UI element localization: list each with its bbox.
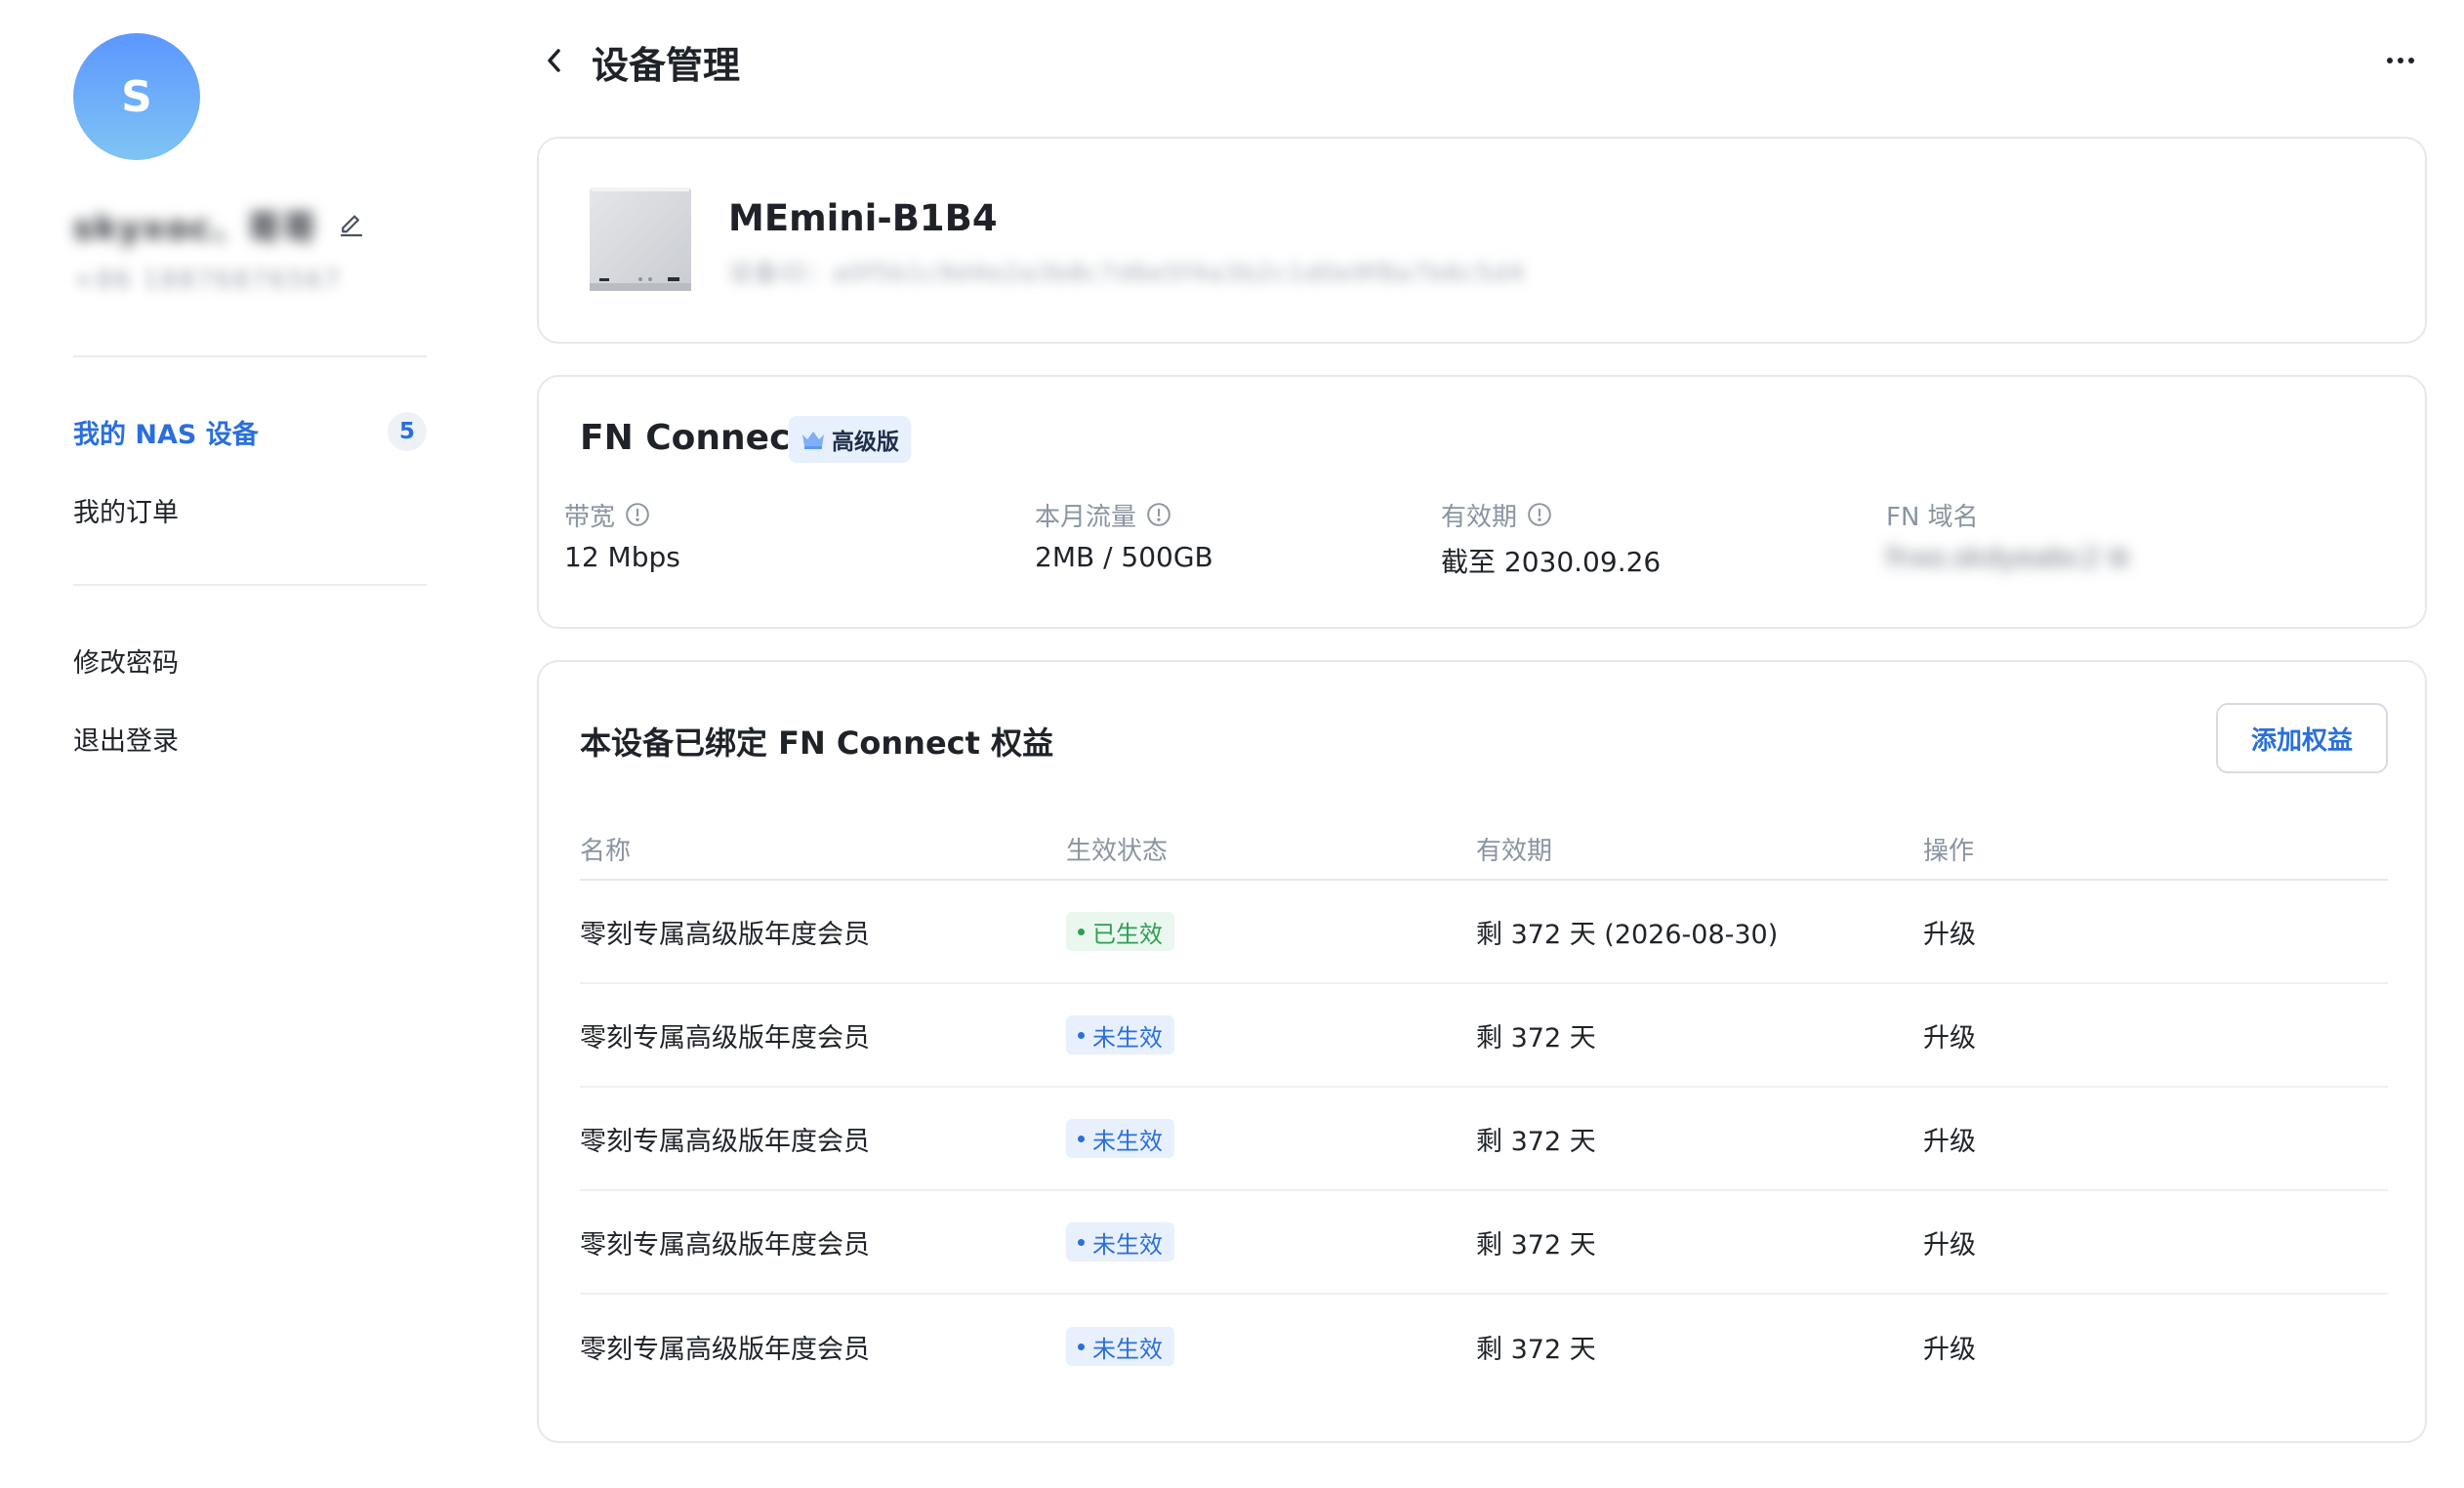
device-serial: 设备ID：a0f5b1c9d4e2a3b8c7d6e5f4a3b2c1d0e9f… [728, 259, 1526, 287]
device-count-badge: 5 [388, 412, 427, 451]
stat-fn-domain: FN 域名 fnxo.skdyeabc2 ⧉ [1886, 498, 2128, 574]
cell-validity: 剩 372 天 (2026-08-30) [1476, 919, 1779, 950]
cell-validity: 剩 372 天 [1476, 1334, 1596, 1365]
cell-name: 零刻专属高级版年度会员 [580, 1126, 870, 1157]
add-rights-button[interactable]: 添加权益 [2216, 703, 2388, 773]
stat-label: 带宽 [564, 502, 616, 532]
upgrade-link[interactable]: 升级 [1923, 1127, 1976, 1157]
user-name: skyxoc、哥哥 [73, 209, 318, 248]
cell-name: 零刻专属高级版年度会员 [580, 919, 870, 950]
device-name: MEmini-B1B4 [728, 197, 998, 239]
column-header-status: 生效状态 [1066, 836, 1169, 866]
column-header-name: 名称 [580, 836, 632, 866]
cell-name: 零刻专属高级版年度会员 [580, 1229, 870, 1261]
cell-validity: 剩 372 天 [1476, 1229, 1596, 1261]
upgrade-link[interactable]: 升级 [1923, 920, 1976, 950]
status-badge: 未生效 [1066, 1119, 1174, 1159]
change-password-link[interactable]: 修改密码 [73, 631, 427, 689]
upgrade-link[interactable]: 升级 [1923, 1023, 1976, 1054]
rights-title: 本设备已绑定 FN Connect 权益 [580, 724, 1054, 762]
more-icon [2387, 58, 2414, 63]
status-badge: 未生效 [1066, 1015, 1174, 1055]
upgrade-link[interactable]: 升级 [1923, 1335, 1976, 1365]
rights-card: 本设备已绑定 FN Connect 权益 添加权益 名称 生效状态 有效期 操作… [537, 660, 2427, 1443]
avatar[interactable]: S [73, 33, 200, 160]
stat-validity: 有效期 截至 2030.09.26 [1441, 498, 1661, 580]
table-row: 零刻专属高级版年度会员 未生效 剩 372 天 升级 [580, 1088, 2388, 1191]
cell-name: 零刻专属高级版年度会员 [580, 1022, 870, 1054]
fn-connect-card: FN Connect 高级版 带宽 12 Mbps 本月流量 2MB / 500… [537, 375, 2427, 629]
user-name-row: skyxoc、哥哥 [73, 201, 366, 249]
edit-icon[interactable] [337, 211, 366, 240]
table-row: 零刻专属高级版年度会员 已生效 剩 372 天 (2026-08-30) 升级 [580, 881, 2388, 984]
info-icon[interactable] [625, 502, 650, 527]
fn-connect-title: FN Connect [580, 418, 807, 458]
sidebar-item-label: 修改密码 [73, 647, 179, 679]
logout-link[interactable]: 退出登录 [73, 709, 427, 767]
sidebar-item-label: 我的 NAS 设备 [73, 419, 259, 450]
rights-table: 名称 生效状态 有效期 操作 零刻专属高级版年度会员 已生效 剩 372 天 (… [580, 818, 2388, 1398]
sidebar-divider [73, 355, 427, 357]
sidebar-item-orders[interactable]: 我的订单 [73, 480, 427, 539]
table-row: 零刻专属高级版年度会员 未生效 剩 372 天 升级 [580, 1295, 2388, 1398]
column-header-validity: 有效期 [1476, 836, 1553, 866]
device-thumbnail [590, 187, 691, 291]
more-button[interactable] [2376, 43, 2425, 78]
fn-domain-value[interactable]: fnxo.skdyeabc2 ⧉ [1886, 541, 2128, 574]
sidebar-item-label: 我的订单 [73, 497, 179, 528]
back-button[interactable] [535, 39, 574, 82]
page-title: 设备管理 [592, 44, 741, 87]
table-header: 名称 生效状态 有效期 操作 [580, 818, 2388, 881]
status-badge: 未生效 [1066, 1327, 1174, 1367]
device-card: MEmini-B1B4 设备ID：a0f5b1c9d4e2a3b8c7d6e5f… [537, 137, 2427, 344]
crown-icon [802, 432, 824, 449]
cell-validity: 剩 372 天 [1476, 1022, 1596, 1054]
info-icon[interactable] [1146, 502, 1171, 527]
sidebar-divider [73, 584, 427, 586]
back-chevron-icon [548, 49, 560, 72]
cell-validity: 剩 372 天 [1476, 1126, 1596, 1157]
column-header-action: 操作 [1923, 836, 1975, 866]
info-icon[interactable] [1527, 502, 1552, 527]
sidebar-item-label: 退出登录 [73, 725, 179, 757]
upgrade-link[interactable]: 升级 [1923, 1230, 1976, 1261]
user-account: +86 18876876567 [73, 266, 343, 295]
stat-label: FN 域名 [1886, 502, 1979, 532]
stat-label: 有效期 [1441, 502, 1518, 532]
table-row: 零刻专属高级版年度会员 未生效 剩 372 天 升级 [580, 1191, 2388, 1295]
status-badge: 未生效 [1066, 1222, 1174, 1262]
stat-monthly-traffic: 本月流量 2MB / 500GB [1035, 498, 1213, 574]
stat-value: 截至 2030.09.26 [1441, 546, 1662, 578]
plan-badge: 高级版 [789, 416, 911, 463]
plan-badge-label: 高级版 [832, 430, 899, 455]
cell-name: 零刻专属高级版年度会员 [580, 1334, 870, 1365]
sidebar: S skyxoc、哥哥 +86 18876876567 我的 NAS 设备 5 … [0, 0, 508, 1488]
stat-label: 本月流量 [1035, 502, 1137, 532]
stat-bandwidth: 带宽 12 Mbps [564, 498, 680, 574]
table-row: 零刻专属高级版年度会员 未生效 剩 372 天 升级 [580, 984, 2388, 1088]
sidebar-item-nas-devices[interactable]: 我的 NAS 设备 5 [73, 402, 427, 461]
stat-value: 12 Mbps [564, 541, 680, 573]
status-badge: 已生效 [1066, 912, 1174, 952]
stat-value: 2MB / 500GB [1035, 541, 1213, 573]
